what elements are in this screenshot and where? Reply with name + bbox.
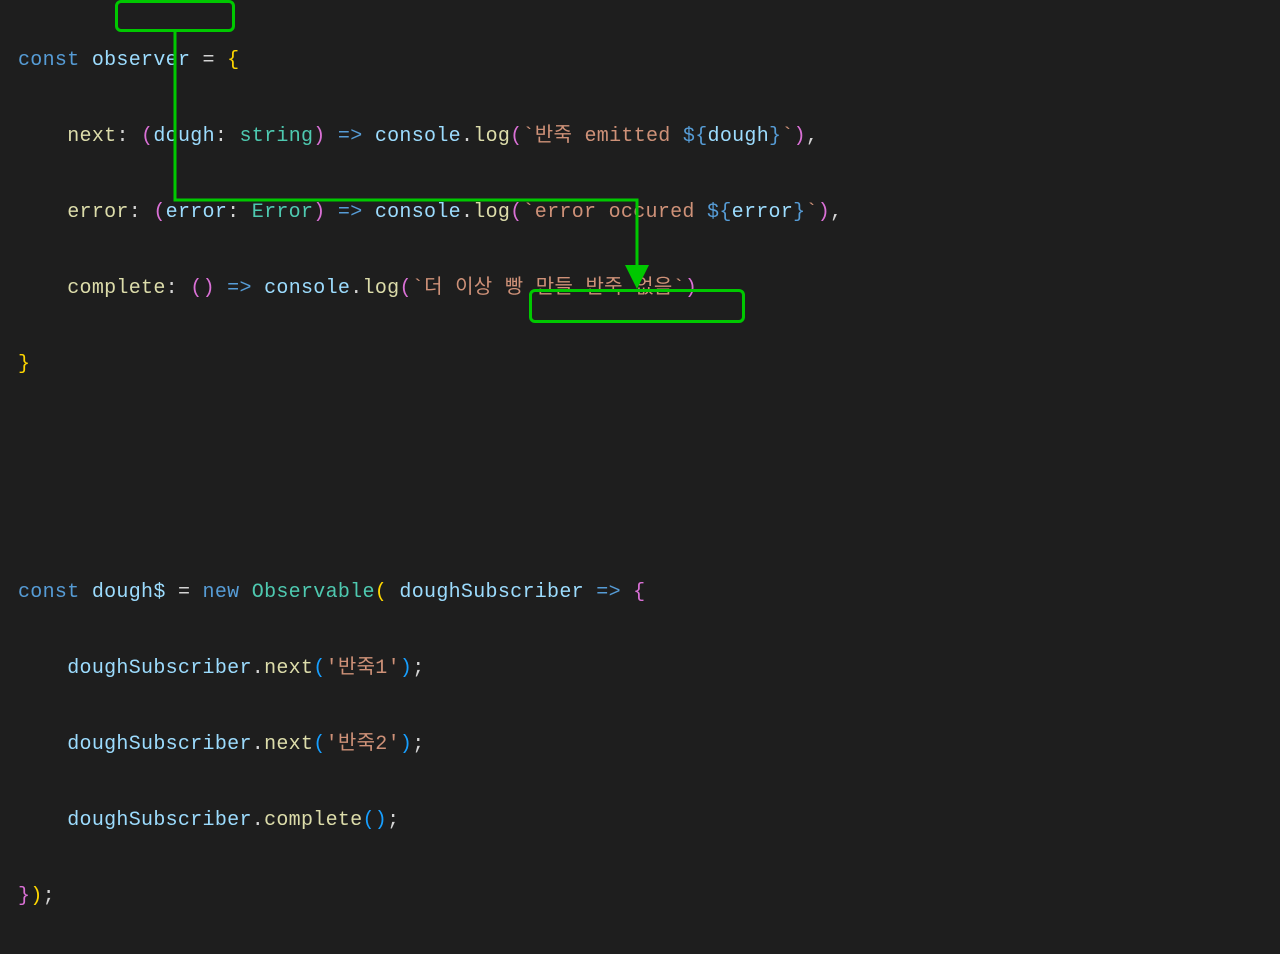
code-block: const observer = { next: (dough: string)…: [0, 4, 1280, 954]
code-line-2: next: (dough: string) => console.log(`반죽…: [0, 118, 1280, 156]
code-line-3: error: (error: Error) => console.log(`er…: [0, 194, 1280, 232]
code-line-6: const dough$ = new Observable( doughSubs…: [0, 574, 1280, 612]
code-line-8: doughSubscriber.next('반죽2');: [0, 726, 1280, 764]
code-line-1: const observer = {: [0, 42, 1280, 80]
code-line-4: complete: () => console.log(`더 이상 빵 만들 반…: [0, 270, 1280, 308]
code-line-blank: [0, 422, 1280, 460]
code-line-5: }: [0, 346, 1280, 384]
code-line-blank2: [0, 498, 1280, 536]
code-line-10: });: [0, 878, 1280, 916]
code-line-7: doughSubscriber.next('반죽1');: [0, 650, 1280, 688]
code-line-9: doughSubscriber.complete();: [0, 802, 1280, 840]
